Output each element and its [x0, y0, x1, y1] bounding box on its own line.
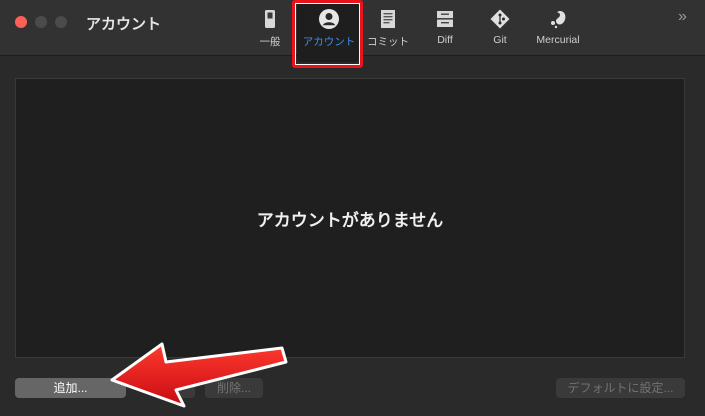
- switch-icon: [265, 10, 275, 28]
- git-icon: [490, 9, 510, 29]
- minimize-window-button[interactable]: [35, 16, 47, 28]
- preferences-window: アカウント 一般 アカウント コミット Diff Git Mercurial »…: [0, 0, 705, 416]
- document-icon: [381, 10, 395, 28]
- tab-git-label: Git: [493, 34, 507, 46]
- diff-icon: [437, 11, 453, 27]
- mercurial-icon: [551, 11, 566, 29]
- close-window-button[interactable]: [15, 16, 27, 28]
- accounts-list[interactable]: アカウントがありません: [15, 78, 685, 358]
- toolbar-overflow-button[interactable]: »: [678, 8, 687, 26]
- tab-mercurial[interactable]: Mercurial: [526, 6, 590, 52]
- zoom-window-button[interactable]: [55, 16, 67, 28]
- tab-git[interactable]: Git: [468, 6, 532, 52]
- tab-commit-label: コミット: [367, 36, 409, 48]
- set-default-button[interactable]: デフォルトに設定...: [556, 378, 685, 398]
- annotation-highlight-box: [292, 0, 363, 68]
- annotation-arrow-icon: [110, 342, 288, 408]
- window-title: アカウント: [86, 16, 162, 33]
- empty-accounts-message: アカウントがありません: [256, 211, 444, 230]
- tab-mercurial-label: Mercurial: [536, 34, 580, 46]
- tab-commit[interactable]: コミット: [356, 6, 420, 52]
